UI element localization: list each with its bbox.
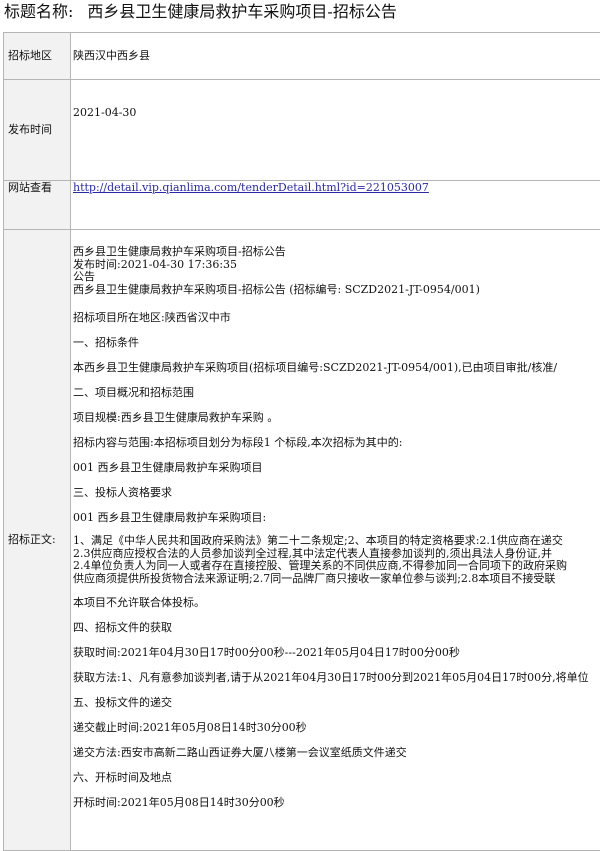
section-title: 四、招标文件的获取 [73,610,600,635]
body-cell: 西乡县卫生健康局救护车采购项目-招标公告 发布时间:2021-04-30 17:… [71,230,600,851]
section-title: 三、投标人资格要求 [73,475,600,500]
body-key: 招标正文: [4,230,71,851]
tender-info-table: 招标地区 陕西汉中西乡县 发布时间 2021-04-30 网站查看 http:/… [3,32,600,851]
page-title: 西乡县卫生健康局救护车采购项目-招标公告 [87,2,396,21]
paragraph: 招标内容与范围:本招标项目划分为标段1 个标段,本次招标为其中的: [73,425,600,450]
website-key: 网站查看 [4,181,71,230]
row-publish-time: 发布时间 2021-04-30 [4,80,600,181]
row-region: 招标地区 陕西汉中西乡县 [4,33,600,80]
tender-detail-link[interactable]: http://detail.vip.qianlima.com/tenderDet… [73,181,429,194]
paragraph: 001 西乡县卫生健康局救护车采购项目: [73,500,600,525]
publish-time-key: 发布时间 [4,80,71,181]
row-website: 网站查看 http://detail.vip.qianlima.com/tend… [4,181,600,230]
page-title-bar: 标题名称: 西乡县卫生健康局救护车采购项目-招标公告 [0,0,600,32]
qualification-requirements: 1、满足《中华人民共和国政府采购法》第二十二条规定;2、本项目的特定资格要求:2… [73,525,600,585]
region-value: 陕西汉中西乡县 [71,33,600,80]
paragraph: 项目规模:西乡县卫生健康局救护车采购 。 [73,400,600,425]
paragraph: 001 西乡县卫生健康局救护车采购项目 [73,450,600,475]
header-line: 西乡县卫生健康局救护车采购项目-招标公告 (招标编号: SCZD2021-JT-… [73,284,600,297]
paragraph: 本西乡县卫生健康局救护车采购项目(招标项目编号:SCZD2021-JT-0954… [73,350,600,375]
section-title: 一、招标条件 [73,325,600,350]
section-title: 五、投标文件的递交 [73,685,600,710]
paragraph: 本项目不允许联合体投标。 [73,585,600,610]
project-location: 招标项目所在地区:陕西省汉中市 [73,296,600,325]
header-line: 发布时间:2021-04-30 17:36:35 [73,259,600,272]
qualification-line: 2.4单位负责人为同一人或者存在直接控股、管理关系的不同供应商,不得参加同一合同… [73,560,600,573]
qualification-line: 供应商须提供所投货物合法来源证明;2.7同一品牌厂商只接收一家单位参与谈判;2.… [73,573,600,586]
row-body: 招标正文: 西乡县卫生健康局救护车采购项目-招标公告 发布时间:2021-04-… [4,230,600,851]
notice-header: 西乡县卫生健康局救护车采购项目-招标公告 发布时间:2021-04-30 17:… [73,246,600,296]
paragraph: 递交方法:西安市高新二路山西证券大厦八楼第一会议室纸质文件递交 [73,735,600,760]
website-cell: http://detail.vip.qianlima.com/tenderDet… [71,181,600,230]
region-key: 招标地区 [4,33,71,80]
header-line: 公告 [73,271,600,284]
paragraph: 获取方法:1、凡有意参加谈判者,请于从2021年04月30日17时00分到202… [73,660,600,685]
section-title: 六、开标时间及地点 [73,760,600,785]
publish-time-value: 2021-04-30 [71,80,600,181]
paragraph: 开标时间:2021年05月08日14时30分00秒 [73,785,600,810]
tender-body: 西乡县卫生健康局救护车采购项目-招标公告 发布时间:2021-04-30 17:… [73,230,600,810]
title-label: 标题名称: [4,2,73,21]
paragraph: 递交截止时间:2021年05月08日14时30分00秒 [73,710,600,735]
qualification-line: 1、满足《中华人民共和国政府采购法》第二十二条规定;2、本项目的特定资格要求:2… [73,535,600,548]
section-title: 二、项目概况和招标范围 [73,375,600,400]
paragraph: 获取时间:2021年04月30日17时00分00秒---2021年05月04日1… [73,635,600,660]
header-line: 西乡县卫生健康局救护车采购项目-招标公告 [73,246,600,259]
